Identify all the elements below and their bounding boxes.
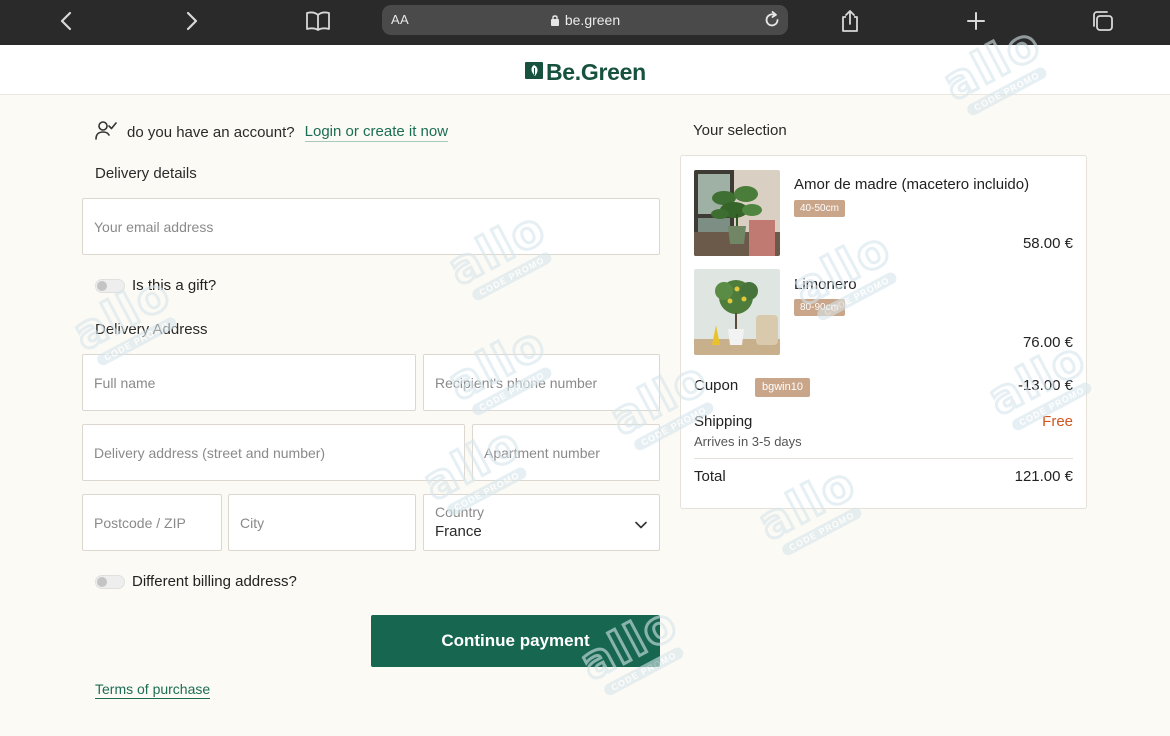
shipping-eta: Arrives in 3-5 days [694, 434, 802, 449]
reload-icon[interactable] [762, 10, 782, 35]
product-image-amor-de-madre [694, 170, 780, 256]
city-input[interactable] [240, 495, 404, 550]
address-bar[interactable]: AA be.green [382, 5, 788, 35]
billing-toggle-row[interactable]: Different billing address? [95, 573, 297, 590]
email-input[interactable] [94, 199, 648, 254]
watermark-subtext: CODE PROMO [469, 250, 554, 303]
delivery-address-title: Delivery Address [95, 321, 208, 338]
gift-toggle-row[interactable]: Is this a gift? [95, 277, 216, 294]
gift-label: Is this a gift? [132, 277, 217, 294]
account-prompt: do you have an account? Login or create … [95, 120, 449, 145]
share-icon[interactable] [833, 6, 867, 36]
lock-icon [550, 13, 560, 29]
brand-logo[interactable]: Be.Green [524, 59, 646, 86]
country-label: Country [435, 504, 485, 520]
shipping-value: Free [1042, 413, 1073, 430]
forward-icon[interactable] [175, 6, 209, 36]
phone-input[interactable] [435, 355, 648, 410]
selection-title: Your selection [693, 122, 787, 139]
logo-text: Be.Green [546, 59, 646, 85]
new-tab-icon[interactable] [959, 6, 993, 36]
login-link[interactable]: Login or create it now [304, 123, 449, 142]
country-value: France [435, 523, 482, 540]
street-address-field[interactable] [82, 424, 465, 481]
tabs-overview-icon[interactable] [1085, 6, 1119, 36]
billing-toggle[interactable] [95, 574, 125, 589]
phone-field[interactable] [423, 354, 660, 411]
coupon-value: -13.00 € [1017, 377, 1073, 394]
product-price: 58.00 € [1022, 235, 1073, 252]
total-value: 121.00 € [1014, 468, 1073, 485]
watermark-subtext: CODE PROMO [779, 505, 864, 558]
coupon-label: Cupon [694, 377, 739, 394]
gift-toggle[interactable] [95, 278, 125, 293]
back-icon[interactable] [49, 6, 83, 36]
country-select[interactable]: Country France [423, 494, 660, 551]
summary-divider [694, 458, 1073, 459]
account-question: do you have an account? [127, 124, 295, 141]
url-display[interactable]: be.green [382, 12, 788, 29]
shipping-label: Shipping [694, 413, 753, 430]
total-label: Total [694, 468, 726, 485]
delivery-details-title: Delivery details [95, 165, 197, 182]
bookmarks-icon[interactable] [301, 6, 335, 36]
url-text: be.green [564, 12, 621, 28]
full-name-input[interactable] [94, 355, 404, 410]
continue-payment-button[interactable]: Continue payment [371, 615, 660, 667]
product-price: 76.00 € [1022, 334, 1073, 351]
leaf-logo-icon [524, 59, 544, 86]
product-image-limonero [694, 269, 780, 355]
order-summary-card: Amor de madre (macetero incluido) 40-50c… [680, 155, 1087, 509]
terms-of-purchase-link[interactable]: Terms of purchase [95, 681, 211, 699]
size-badge: 80-90cm [794, 299, 845, 316]
coupon-code-badge: bgwin10 [755, 378, 810, 397]
user-check-icon [95, 120, 117, 145]
browser-toolbar: AA be.green [0, 0, 1170, 45]
apartment-field[interactable] [472, 424, 660, 481]
size-badge: 40-50cm [794, 200, 845, 217]
email-field[interactable] [82, 198, 660, 255]
product-name: Limonero [794, 276, 857, 293]
postcode-field[interactable] [82, 494, 222, 551]
street-address-input[interactable] [94, 425, 453, 480]
billing-label: Different billing address? [132, 573, 297, 590]
apartment-input[interactable] [484, 425, 648, 480]
postcode-input[interactable] [94, 495, 210, 550]
chevron-down-icon [635, 516, 647, 534]
product-name: Amor de madre (macetero incluido) [794, 176, 1030, 193]
site-header: Be.Green [0, 45, 1170, 95]
full-name-field[interactable] [82, 354, 416, 411]
city-field[interactable] [228, 494, 416, 551]
